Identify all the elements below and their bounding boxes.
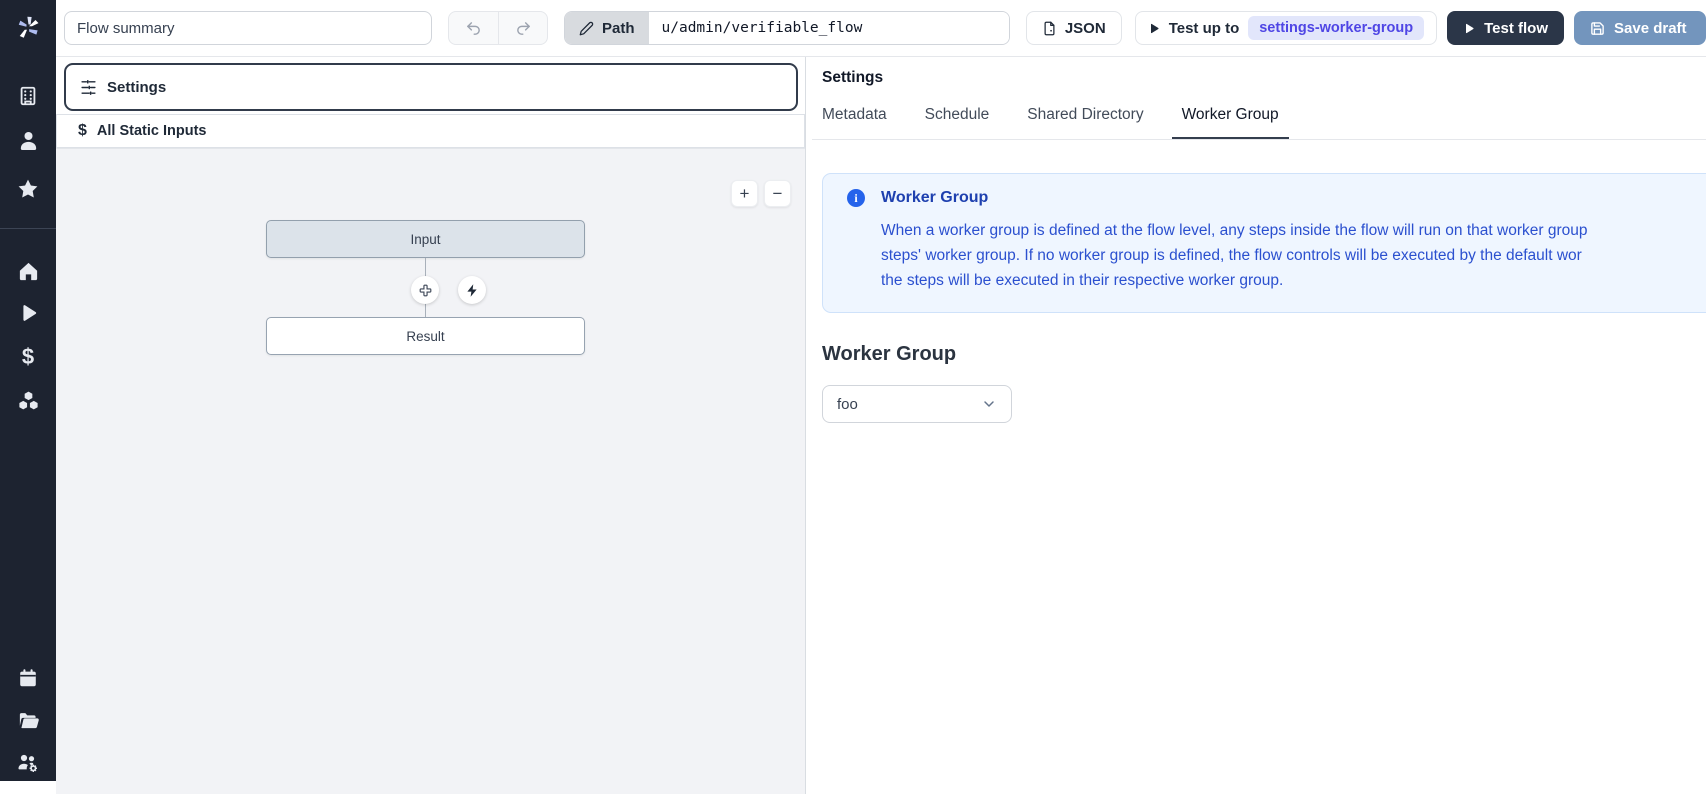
pencil-icon (579, 21, 594, 36)
sidebar-item-variables[interactable]: $ (0, 344, 56, 370)
app-root: $ (0, 0, 1706, 794)
result-node[interactable]: Result (266, 317, 585, 355)
alert-title: Worker Group (881, 189, 988, 207)
test-flow-button[interactable]: Test flow (1447, 11, 1564, 45)
undo-icon (465, 20, 482, 37)
plus-cross-icon (417, 282, 434, 299)
redo-button[interactable] (498, 12, 547, 44)
sidebar-bottom-gap (0, 781, 56, 794)
star-icon (16, 177, 40, 201)
redo-icon (515, 20, 532, 37)
windmill-logo[interactable] (0, 0, 56, 56)
dollar-icon: $ (78, 122, 87, 140)
zoom-in-button[interactable]: + (731, 180, 758, 207)
path-group[interactable]: Path u/admin/verifiable_flow (564, 11, 1010, 45)
tab-metadata[interactable]: Metadata (812, 100, 897, 139)
all-static-inputs-button[interactable]: $ All Static Inputs (56, 114, 805, 148)
settings-tabs: Metadata Schedule Shared Directory Worke… (812, 100, 1706, 140)
test-up-to-label: Test up to (1169, 20, 1240, 37)
tab-shared-directory[interactable]: Shared Directory (1017, 100, 1153, 139)
file-json-icon (1042, 21, 1057, 36)
zoom-out-button[interactable]: − (764, 180, 791, 207)
users-settings-icon (16, 750, 40, 774)
alert-body: When a worker group is defined at the fl… (881, 218, 1706, 293)
sidebar-item-resources[interactable] (0, 387, 56, 413)
flow-header: Settings $ All Static Inputs (56, 57, 805, 148)
flow-panel: Settings $ All Static Inputs + − Input (56, 57, 806, 794)
save-icon (1590, 21, 1605, 36)
play-icon (17, 302, 39, 324)
windmill-logo-icon (13, 13, 43, 43)
topbar: Path u/admin/verifiable_flow JSON Test u… (56, 0, 1706, 57)
tab-worker-group[interactable]: Worker Group (1172, 100, 1289, 139)
sidebar-divider (0, 228, 56, 229)
flow-summary-input[interactable] (64, 11, 432, 45)
path-label: Path (565, 12, 649, 44)
alert-line: the steps will be executed in their resp… (881, 268, 1706, 293)
all-static-inputs-label: All Static Inputs (97, 123, 207, 139)
path-value: u/admin/verifiable_flow (649, 12, 1009, 44)
settings-panel: Settings Metadata Schedule Shared Direct… (806, 57, 1706, 794)
sidebar-item-groups[interactable] (0, 749, 56, 775)
alert-line: steps' worker group. If no worker group … (881, 243, 1706, 268)
alert-line: When a worker group is defined at the fl… (881, 218, 1706, 243)
building-icon (17, 85, 39, 107)
sidebar-item-home[interactable] (0, 258, 56, 284)
worker-group-select[interactable]: foo (822, 385, 1012, 423)
sidebar-item-favorites[interactable] (0, 176, 56, 202)
path-label-text: Path (602, 20, 635, 37)
save-draft-button[interactable]: Save draft (1574, 11, 1706, 45)
sidebar-item-folders[interactable] (0, 707, 56, 733)
user-icon (17, 129, 40, 152)
sidebar: $ (0, 0, 56, 794)
play-icon (1463, 22, 1475, 35)
info-icon: i (847, 189, 865, 207)
json-button[interactable]: JSON (1026, 11, 1122, 45)
flow-canvas[interactable]: + − Input Result (56, 148, 805, 794)
sidebar-item-runs[interactable] (0, 300, 56, 326)
chevron-down-icon (981, 396, 997, 412)
alert-header: i Worker Group (847, 189, 1706, 207)
worker-group-select-value: foo (837, 396, 858, 413)
sidebar-item-user[interactable] (0, 127, 56, 153)
test-up-to-button[interactable]: Test up to settings-worker-group (1135, 11, 1437, 45)
save-draft-label: Save draft (1614, 20, 1687, 37)
test-up-to-target-badge: settings-worker-group (1248, 16, 1424, 40)
input-node[interactable]: Input (266, 220, 585, 258)
flow-settings-label: Settings (107, 79, 166, 96)
home-icon (17, 260, 40, 283)
json-button-label: JSON (1065, 20, 1106, 37)
content-row: Settings $ All Static Inputs + − Input (56, 57, 1706, 794)
calendar-icon (17, 667, 39, 689)
test-flow-label: Test flow (1484, 20, 1548, 37)
settings-panel-title: Settings (822, 69, 1706, 87)
trigger-bolt-button[interactable] (458, 276, 486, 304)
bolt-icon (465, 283, 480, 298)
tab-schedule[interactable]: Schedule (915, 100, 1000, 139)
history-group (448, 11, 548, 45)
sidebar-item-schedules[interactable] (0, 665, 56, 691)
add-step-button[interactable] (411, 276, 439, 304)
boxes-icon (17, 389, 40, 412)
worker-group-info-alert: i Worker Group When a worker group is de… (822, 173, 1706, 313)
play-icon (1148, 22, 1160, 35)
dollar-icon: $ (22, 344, 34, 370)
undo-button[interactable] (449, 12, 498, 44)
folder-open-icon (17, 709, 40, 732)
worker-group-section-title: Worker Group (822, 343, 1706, 366)
flow-settings-button[interactable]: Settings (64, 63, 798, 111)
sliders-icon (80, 79, 97, 96)
main-area: Path u/admin/verifiable_flow JSON Test u… (56, 0, 1706, 794)
sidebar-item-workspace[interactable] (0, 83, 56, 109)
